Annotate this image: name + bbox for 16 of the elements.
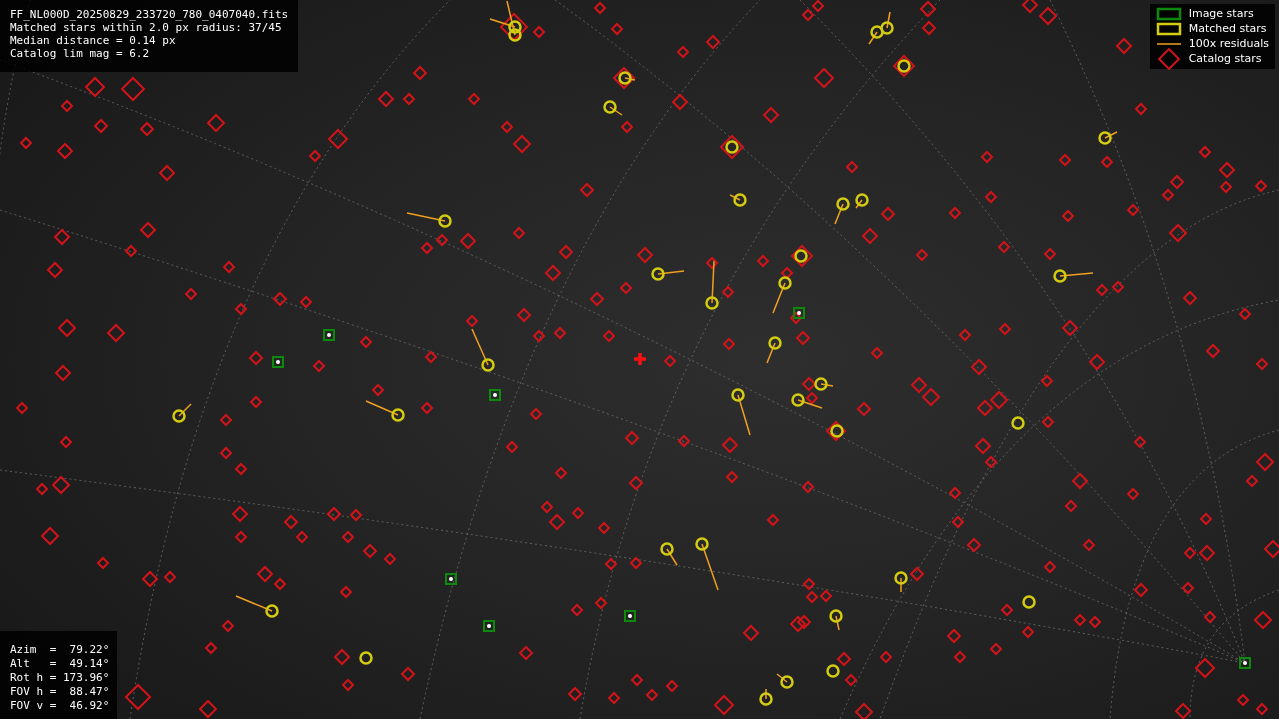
info-text: Matched stars within 2.0 px radius: 37/45 [10,21,283,34]
info-text: Median distance = 0.14 px [10,34,177,47]
pointing-text: FOV h = 88.47° [10,685,110,699]
legend-label: Image stars [1188,7,1254,20]
image-star-legend-icon [1155,6,1182,21]
pointing-text: Alt = 49.14° [10,657,110,671]
info-text: Catalog lim mag = 6.2 [10,47,151,60]
info-text: FF_NL000D_20250829_233720_780_0407040.fits [10,8,289,21]
legend-label: 100x residuals [1188,37,1269,50]
residual-line-icon [1156,42,1181,45]
pointing-text: Azim = 79.22° [10,643,110,657]
pointing-text: Rot h = 173.96° [10,671,110,685]
legend-label: Catalog stars [1188,52,1262,65]
legend-label: Matched stars [1188,22,1267,35]
matched-star-legend-icon [1155,21,1182,36]
pointing-text: FOV v = 46.92° [10,699,110,713]
